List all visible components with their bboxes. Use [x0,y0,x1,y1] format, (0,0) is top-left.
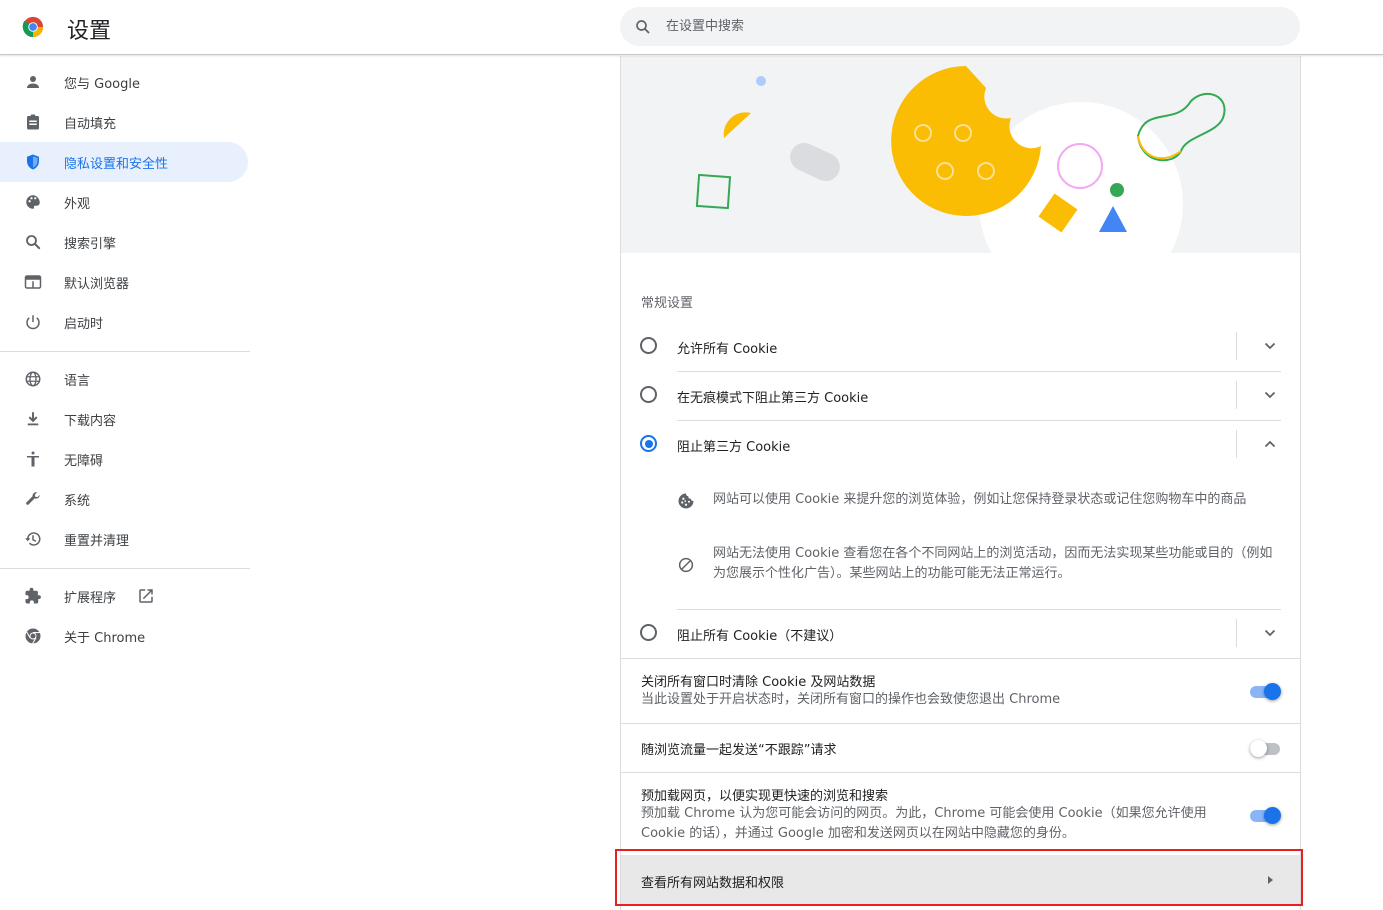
sidebar-item-label: 默认浏览器 [64,277,130,292]
divider [1236,381,1237,409]
divider [1236,332,1237,360]
cookie-option-label: 允许所有 Cookie [677,342,778,357]
toggle-thumb [1250,740,1267,757]
sidebar-item-system[interactable]: 系统 [0,479,248,519]
divider [621,772,1300,773]
divider [621,723,1300,724]
cookie-option-label: 阻止所有 Cookie（不建议） [677,629,843,644]
toggle-thumb [1264,807,1281,824]
toggle-subtitle: 预加载 Chrome 认为您可能会访问的网页。为此，Chrome 可能会使用 C… [641,806,1207,841]
cookie-option-block-third-party[interactable]: 阻止第三方 Cookie [621,420,1300,469]
sidebar-item-label: 您与 Google [64,77,140,92]
sidebar-item-label: 外观 [64,197,91,212]
chrome-logo-icon [22,16,44,38]
divider [621,658,1300,659]
arrow-right-icon [1268,876,1273,884]
chevron-down-icon[interactable] [1262,338,1278,354]
sidebar-item-label: 扩展程序 [64,591,117,606]
wrench-icon [26,492,40,505]
sidebar-item-default-browser[interactable]: 默认浏览器 [0,262,248,302]
shield-icon [27,154,39,170]
globe-icon [25,371,41,387]
power-icon [26,315,40,330]
sidebar-divider [0,351,250,352]
cookie-illustration [621,56,1300,253]
sidebar-divider [0,568,250,569]
sidebar-item-label: 下载内容 [64,414,117,429]
sidebar-item-autofill[interactable]: 自动填充 [0,102,248,142]
cookie-option-label: 在无痕模式下阻止第三方 Cookie [677,391,869,406]
site-data-link-label: 查看所有网站数据和权限 [641,876,785,891]
toggle-title: 预加载网页，以便实现更快速的浏览和搜索 [641,789,889,804]
top-bar: 设置 [0,0,1383,55]
radio-button[interactable] [640,337,657,354]
sidebar-item-search-engine[interactable]: 搜索引擎 [0,222,248,262]
sidebar-item-accessibility[interactable]: 无障碍 [0,439,248,479]
sidebar-item-languages[interactable]: 语言 [0,359,248,399]
divider [1236,430,1237,458]
chevron-up-icon[interactable] [1262,436,1278,452]
chevron-down-icon[interactable] [1262,387,1278,403]
block-icon [678,557,694,573]
cookie-option-block-third-party-incognito[interactable]: 在无痕模式下阻止第三方 Cookie [621,371,1300,420]
chevron-down-icon[interactable] [1262,625,1278,641]
toggle-thumb [1264,683,1281,700]
download-icon [27,412,39,426]
cookie-option-label: 阻止第三方 Cookie [677,440,791,455]
section-title: 常规设置 [641,296,694,311]
history-icon [25,532,41,546]
palette-icon [26,195,40,209]
sidebar-item-label: 系统 [64,494,91,509]
clear-cookies-on-exit-toggle[interactable] [1250,682,1282,700]
open-in-new-icon [139,589,153,603]
sidebar-item-label: 自动填充 [64,117,117,132]
site-data-link-row[interactable]: 查看所有网站数据和权限 [621,855,1300,905]
accessibility-icon [27,451,39,467]
clipboard-icon [27,114,39,130]
search-input[interactable] [666,7,1266,46]
chrome-icon [25,628,41,644]
sidebar-item-label: 启动时 [64,317,104,332]
cookie-settings-card: 常规设置 允许所有 Cookie 在无痕模式下阻止第三方 Cookie 阻止第三… [620,56,1301,910]
sidebar-item-you-and-google[interactable]: 您与 Google [0,62,248,102]
cookie-detail-text: 网站无法使用 Cookie 查看您在各个不同网站上的浏览活动，因而无法实现某些功… [713,546,1273,581]
sidebar-item-label: 关于 Chrome [64,631,146,646]
radio-button[interactable] [640,435,657,452]
cookie-icon [678,493,694,509]
sidebar-item-about-chrome[interactable]: 关于 Chrome [0,616,248,656]
browser-icon [24,275,42,289]
sidebar-item-appearance[interactable]: 外观 [0,182,248,222]
sidebar-item-downloads[interactable]: 下载内容 [0,399,248,439]
cookie-detail-text: 网站可以使用 Cookie 来提升您的浏览体验，例如让您保持登录状态或记住您购物… [713,492,1247,507]
puzzle-icon [25,587,41,604]
sidebar-item-label: 无障碍 [64,454,104,469]
search-box[interactable] [620,7,1300,46]
sidebar-item-on-startup[interactable]: 启动时 [0,302,248,342]
sidebar-item-privacy[interactable]: 隐私设置和安全性 [0,142,248,182]
sidebar-item-label: 搜索引擎 [64,237,117,252]
sidebar-item-label: 重置并清理 [64,534,130,549]
radio-button[interactable] [640,386,657,403]
preload-pages-toggle[interactable] [1250,806,1282,824]
toggle-title: 随浏览流量一起发送“不跟踪”请求 [641,743,837,758]
person-icon [27,76,39,88]
sidebar-item-label: 语言 [64,374,91,389]
sidebar: 您与 Google 自动填充 隐私设置和安全性 外观 搜索引擎 默认浏览器 启动… [0,56,250,910]
cookie-option-block-all[interactable]: 阻止所有 Cookie（不建议） [621,609,1300,658]
toggle-subtitle: 当此设置处于开启状态时，关闭所有窗口的操作也会致使您退出 Chrome [641,692,1061,707]
search-icon [636,20,650,34]
divider [1236,619,1237,647]
sidebar-item-reset[interactable]: 重置并清理 [0,519,248,559]
cookie-option-allow-all[interactable]: 允许所有 Cookie [621,322,1300,371]
search-icon [26,235,41,250]
sidebar-item-extensions[interactable]: 扩展程序 [0,576,248,616]
radio-button[interactable] [640,624,657,641]
page-title: 设置 [67,19,112,44]
sidebar-item-label: 隐私设置和安全性 [64,157,169,172]
toggle-title: 关闭所有窗口时清除 Cookie 及网站数据 [641,675,876,690]
do-not-track-toggle[interactable] [1250,739,1282,757]
